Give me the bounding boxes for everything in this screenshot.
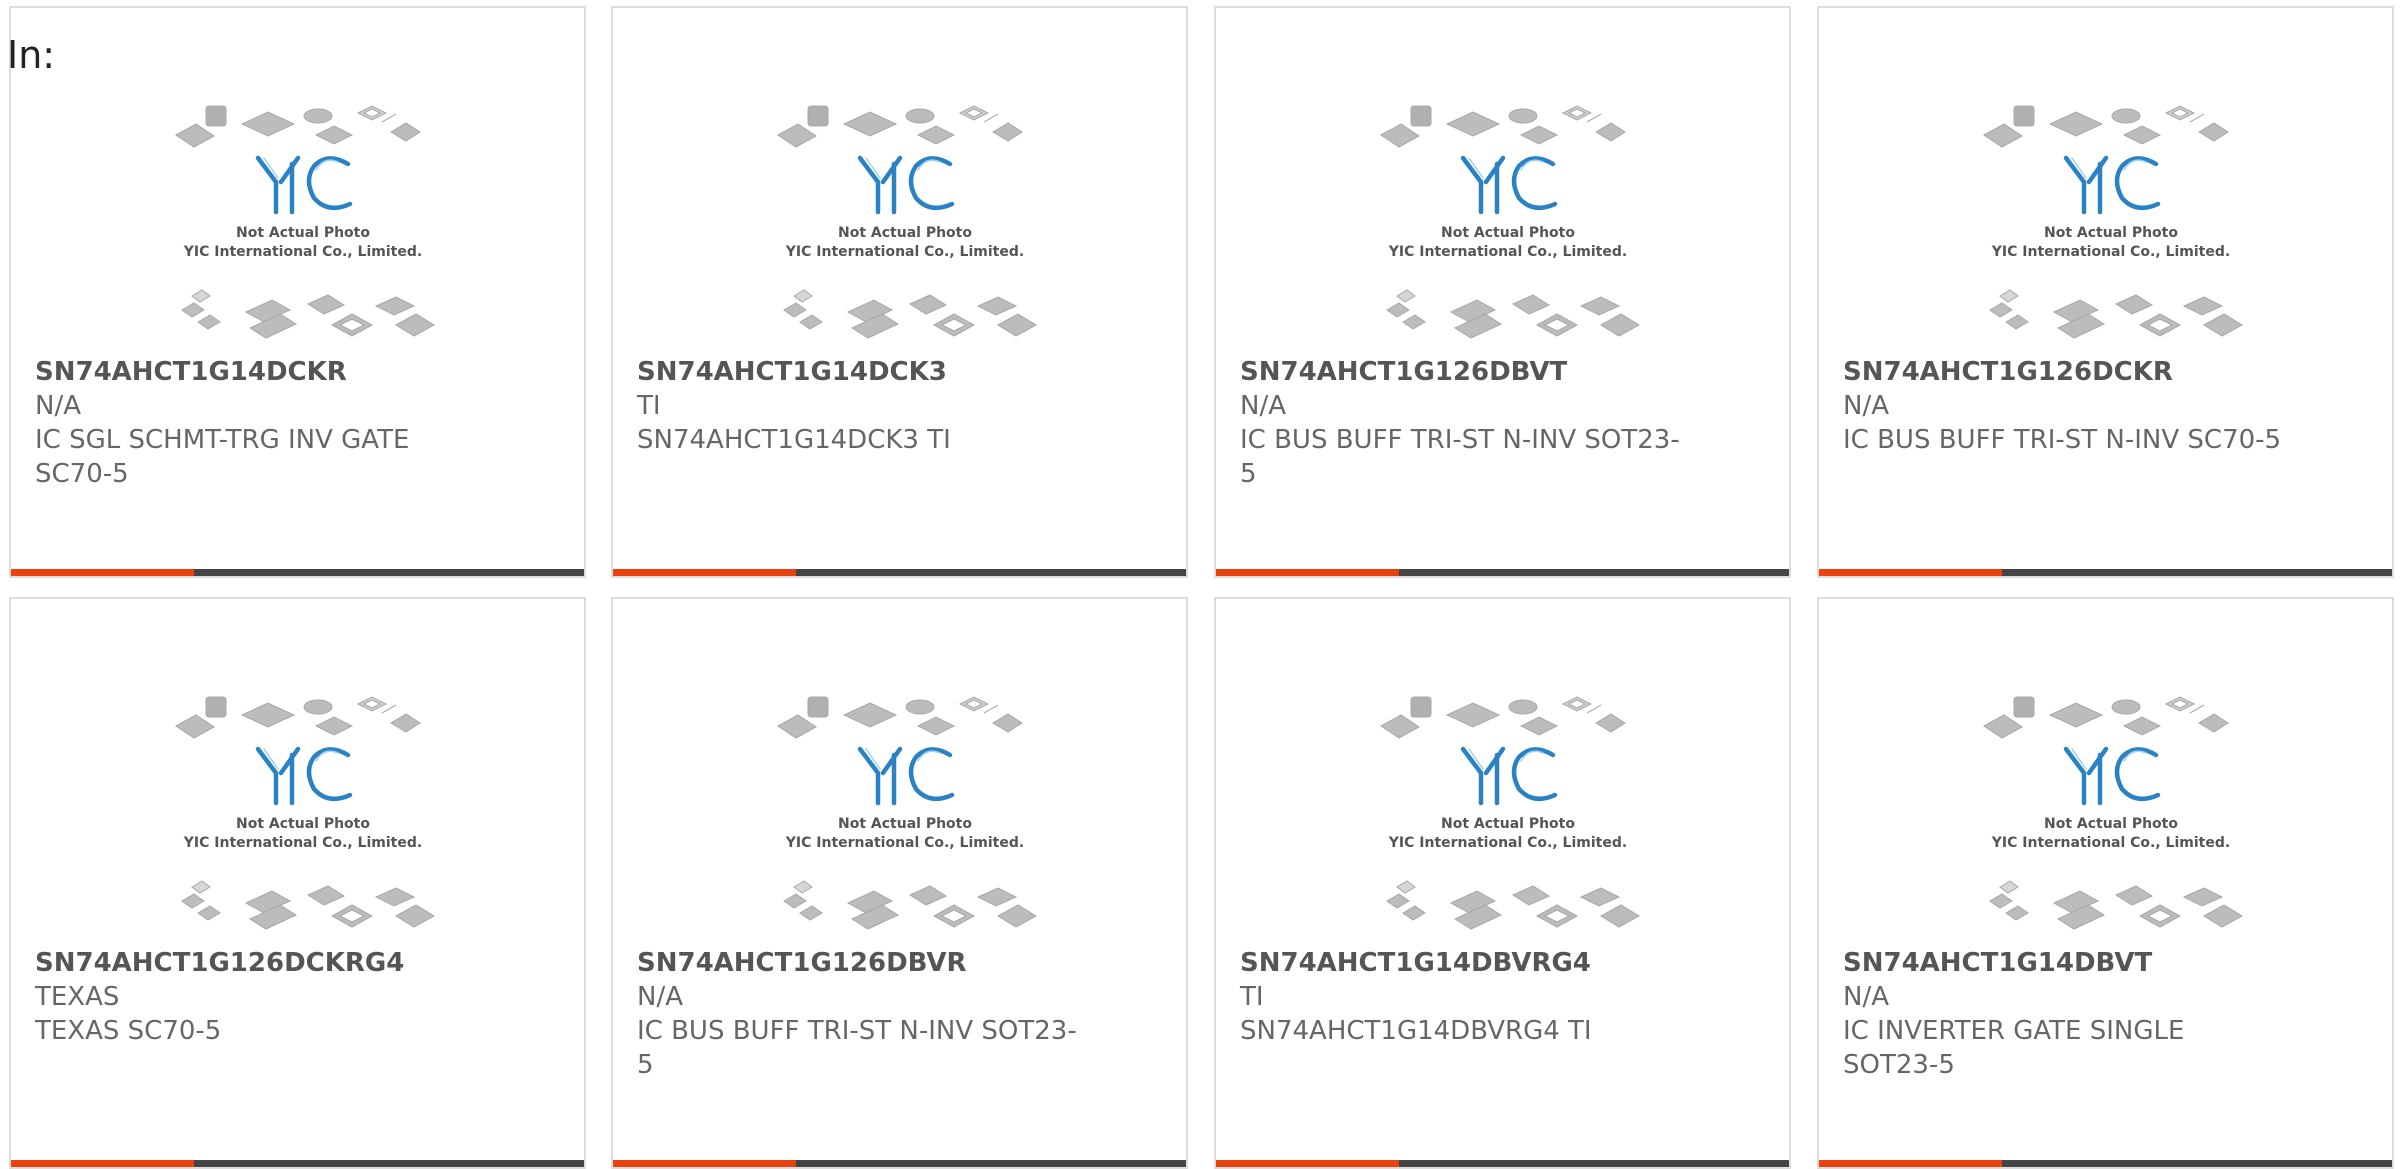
product-placeholder-image[interactable]: Not Actual Photo YIC International Co., … xyxy=(1976,691,2246,936)
card-accent-bar xyxy=(1819,569,2392,576)
card-accent-bar xyxy=(1819,1160,2392,1167)
product-info: SN74AHCT1G14DBVRG4 TI SN74AHCT1G14DBVRG4 T… xyxy=(1240,946,1680,1048)
company-name-text: YIC International Co., Limited. xyxy=(1388,244,1627,260)
product-description: IC BUS BUFF TRI-ST N-INV SOT23-5 xyxy=(637,1016,1077,1080)
manufacturer: N/A xyxy=(1843,391,1889,421)
company-name-text: YIC International Co., Limited. xyxy=(1388,835,1627,851)
company-name-text: YIC International Co., Limited. xyxy=(785,835,1024,851)
part-number-link[interactable]: SN74AHCT1G126DCKRG4 xyxy=(35,946,475,980)
product-description: SN74AHCT1G14DBVRG4 TI xyxy=(1240,1016,1592,1046)
chip-packages-placeholder-icon: Not Actual Photo YIC International Co., … xyxy=(175,696,435,930)
product-placeholder-image[interactable]: Not Actual Photo YIC International Co., … xyxy=(1373,691,1643,936)
part-number-link[interactable]: SN74AHCT1G14DBVRG4 xyxy=(1240,946,1680,980)
card-accent-fill xyxy=(1216,569,1399,576)
product-placeholder-image[interactable]: Not Actual Photo YIC International Co., … xyxy=(770,100,1040,345)
product-info: SN74AHCT1G126DCKR N/A IC BUS BUFF TRI-ST N… xyxy=(1843,355,2283,457)
manufacturer: N/A xyxy=(1240,391,1286,421)
card-accent-fill xyxy=(613,569,796,576)
product-info: SN74AHCT1G126DCKRG4 TEXAS TEXAS SC70-5 xyxy=(35,946,475,1048)
card-accent-bar xyxy=(11,1160,584,1167)
product-info: SN74AHCT1G14DCK3 TI SN74AHCT1G14DCK3 TI xyxy=(637,355,1077,457)
page-label: In: xyxy=(7,33,56,77)
product-description: IC BUS BUFF TRI-ST N-INV SC70-5 xyxy=(1843,425,2282,455)
card-accent-fill xyxy=(1819,1160,2002,1167)
chip-packages-placeholder-icon: Not Actual Photo YIC International Co., … xyxy=(1380,105,1640,339)
chip-packages-placeholder-icon: Not Actual Photo YIC International Co., … xyxy=(777,696,1037,930)
chip-packages-placeholder-icon: Not Actual Photo YIC International Co., … xyxy=(1380,696,1640,930)
not-actual-photo-text: Not Actual Photo xyxy=(236,225,370,241)
product-description: TEXAS SC70-5 xyxy=(35,1016,222,1046)
card-accent-bar xyxy=(1216,569,1789,576)
part-number-link[interactable]: SN74AHCT1G14DBVT xyxy=(1843,946,2283,980)
company-name-text: YIC International Co., Limited. xyxy=(183,835,422,851)
company-name-text: YIC International Co., Limited. xyxy=(785,244,1024,260)
product-info: SN74AHCT1G14DCKR N/A IC SGL SCHMT-TRG INV … xyxy=(35,355,475,491)
card-accent-bar xyxy=(1216,1160,1789,1167)
chip-packages-placeholder-icon: Not Actual Photo YIC International Co., … xyxy=(175,105,435,339)
chip-packages-placeholder-icon: Not Actual Photo YIC International Co., … xyxy=(777,105,1037,339)
manufacturer: TEXAS xyxy=(35,982,120,1012)
product-card[interactable]: Not Actual Photo YIC International Co., … xyxy=(1817,597,2394,1169)
product-card[interactable]: Not Actual Photo YIC International Co., … xyxy=(9,6,586,578)
card-accent-bar xyxy=(613,1160,1186,1167)
not-actual-photo-text: Not Actual Photo xyxy=(2044,225,2178,241)
not-actual-photo-text: Not Actual Photo xyxy=(2044,816,2178,832)
product-card[interactable]: Not Actual Photo YIC International Co., … xyxy=(1214,6,1791,578)
part-number-link[interactable]: SN74AHCT1G14DCK3 xyxy=(637,355,1077,389)
not-actual-photo-text: Not Actual Photo xyxy=(1441,816,1575,832)
product-description: IC INVERTER GATE SINGLE SOT23-5 xyxy=(1843,1016,2185,1080)
manufacturer: N/A xyxy=(637,982,683,1012)
not-actual-photo-text: Not Actual Photo xyxy=(838,225,972,241)
not-actual-photo-text: Not Actual Photo xyxy=(1441,225,1575,241)
product-placeholder-image[interactable]: Not Actual Photo YIC International Co., … xyxy=(1976,100,2246,345)
card-accent-fill xyxy=(613,1160,796,1167)
product-card[interactable]: Not Actual Photo YIC International Co., … xyxy=(1817,6,2394,578)
manufacturer: TI xyxy=(1240,982,1264,1012)
card-accent-bar xyxy=(11,569,584,576)
product-info: SN74AHCT1G126DBVR N/A IC BUS BUFF TRI-ST N… xyxy=(637,946,1077,1082)
product-info: SN74AHCT1G14DBVT N/A IC INVERTER GATE SING… xyxy=(1843,946,2283,1082)
product-placeholder-image[interactable]: Not Actual Photo YIC International Co., … xyxy=(168,691,438,936)
chip-packages-placeholder-icon: Not Actual Photo YIC International Co., … xyxy=(1983,105,2243,339)
manufacturer: TI xyxy=(637,391,661,421)
product-description: SN74AHCT1G14DCK3 TI xyxy=(637,425,951,455)
part-number-link[interactable]: SN74AHCT1G14DCKR xyxy=(35,355,475,389)
company-name-text: YIC International Co., Limited. xyxy=(1991,244,2230,260)
company-name-text: YIC International Co., Limited. xyxy=(183,244,422,260)
chip-packages-placeholder-icon: Not Actual Photo YIC International Co., … xyxy=(1983,696,2243,930)
card-accent-fill xyxy=(1216,1160,1399,1167)
card-accent-fill xyxy=(11,1160,194,1167)
product-card[interactable]: Not Actual Photo YIC International Co., … xyxy=(611,6,1188,578)
not-actual-photo-text: Not Actual Photo xyxy=(236,816,370,832)
company-name-text: YIC International Co., Limited. xyxy=(1991,835,2230,851)
product-placeholder-image[interactable]: Not Actual Photo YIC International Co., … xyxy=(770,691,1040,936)
product-card[interactable]: Not Actual Photo YIC International Co., … xyxy=(9,597,586,1169)
card-accent-bar xyxy=(613,569,1186,576)
product-description: IC SGL SCHMT-TRG INV GATE SC70-5 xyxy=(35,425,410,489)
card-accent-fill xyxy=(1819,569,2002,576)
product-placeholder-image[interactable]: Not Actual Photo YIC International Co., … xyxy=(168,100,438,345)
part-number-link[interactable]: SN74AHCT1G126DCKR xyxy=(1843,355,2283,389)
manufacturer: N/A xyxy=(35,391,81,421)
product-placeholder-image[interactable]: Not Actual Photo YIC International Co., … xyxy=(1373,100,1643,345)
manufacturer: N/A xyxy=(1843,982,1889,1012)
product-card[interactable]: Not Actual Photo YIC International Co., … xyxy=(611,597,1188,1169)
product-description: IC BUS BUFF TRI-ST N-INV SOT23-5 xyxy=(1240,425,1680,489)
product-info: SN74AHCT1G126DBVT N/A IC BUS BUFF TRI-ST N… xyxy=(1240,355,1680,491)
card-accent-fill xyxy=(11,569,194,576)
part-number-link[interactable]: SN74AHCT1G126DBVT xyxy=(1240,355,1680,389)
part-number-link[interactable]: SN74AHCT1G126DBVR xyxy=(637,946,1077,980)
not-actual-photo-text: Not Actual Photo xyxy=(838,816,972,832)
product-card[interactable]: Not Actual Photo YIC International Co., … xyxy=(1214,597,1791,1169)
